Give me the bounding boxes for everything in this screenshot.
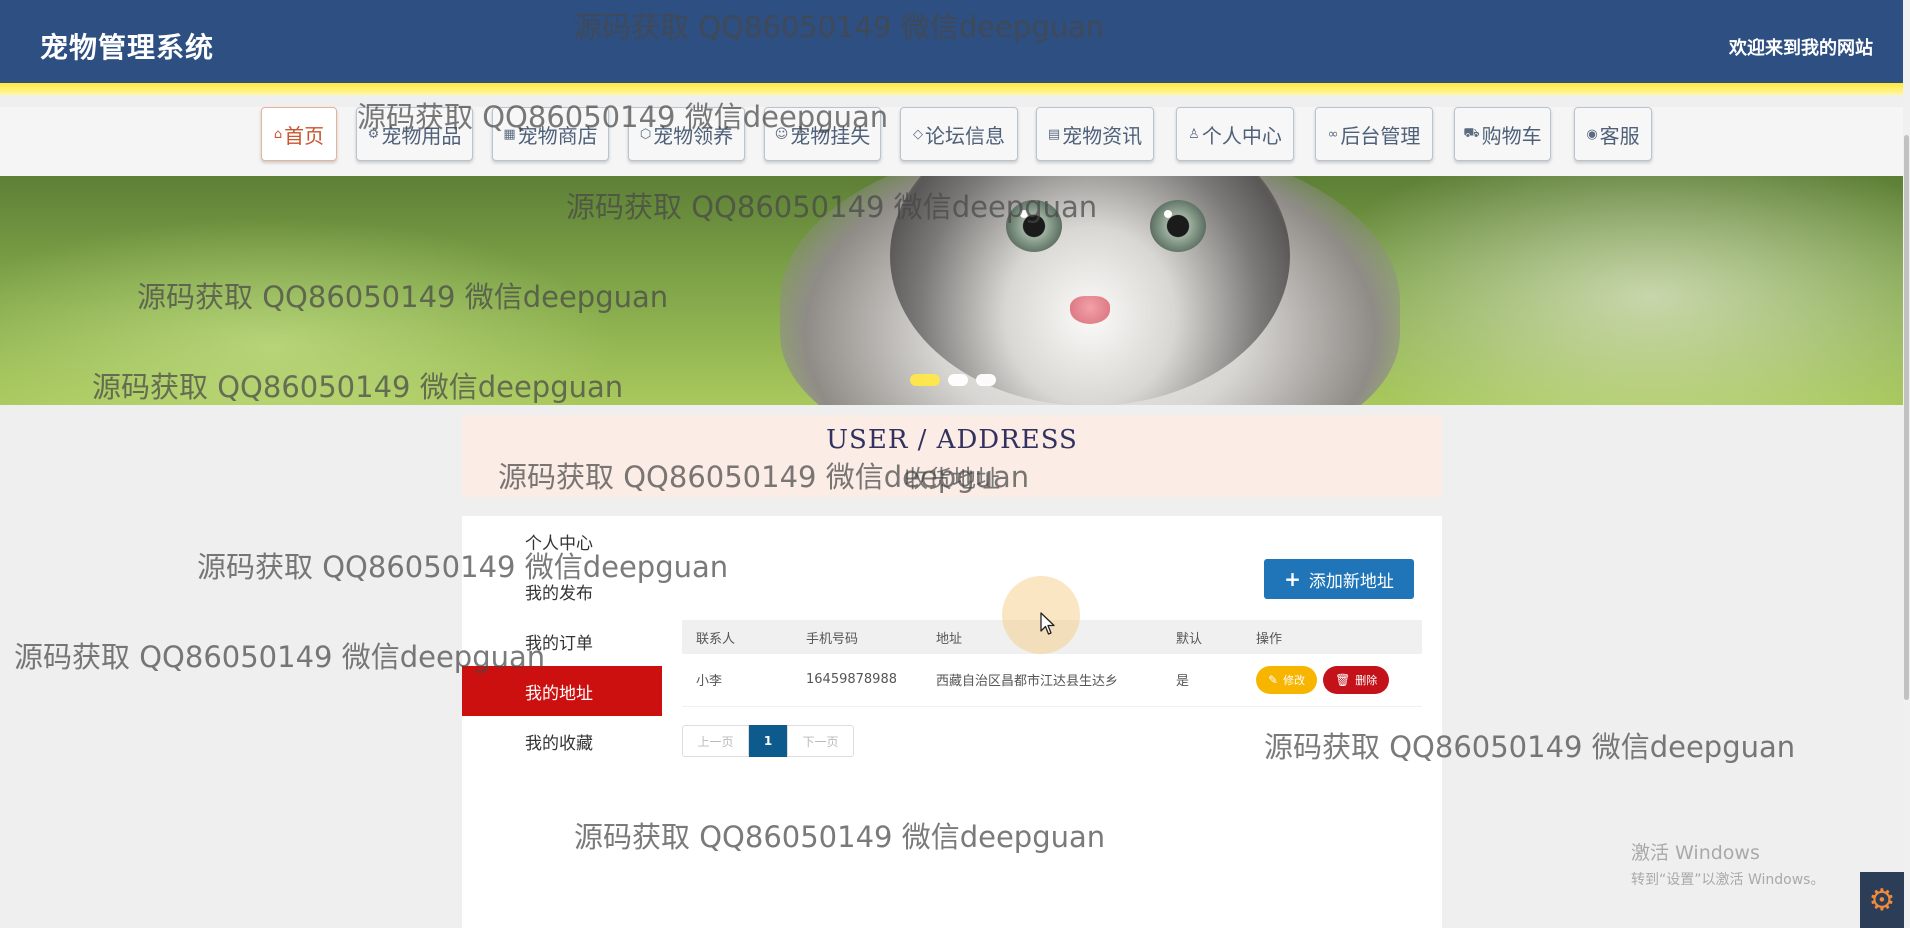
add-address-button[interactable]: + 添加新地址	[1264, 559, 1414, 599]
banner-light	[0, 216, 620, 405]
nav-item-personal-center[interactable]: ♙ 个人中心	[1176, 107, 1294, 161]
face-icon: ☺	[774, 126, 789, 142]
nav-item-pet-news[interactable]: ▤ 宠物资讯	[1036, 107, 1154, 161]
nav-label: 宠物挂失	[790, 123, 871, 148]
nav-item-pet-shop[interactable]: ▦ 宠物商店	[492, 107, 609, 161]
kitten-eye	[1150, 200, 1206, 252]
carousel-dot-2[interactable]	[948, 374, 968, 386]
header-accent-stripe	[0, 83, 1903, 95]
side-item-my-favorites[interactable]: 我的收藏	[462, 716, 662, 766]
prev-page-button[interactable]: 上一页	[682, 725, 749, 757]
table-row: 小李 16459878988 西藏自治区昌都市江达县生达乡 是 ✎ 修改 🗑 删除	[682, 654, 1422, 707]
activation-hint: 转到“设置”以激活 Windows。	[1631, 872, 1825, 888]
side-item-personal-center[interactable]: 个人中心	[462, 516, 662, 566]
site-brand[interactable]: 宠物管理系统	[40, 26, 214, 66]
nav-item-cart[interactable]: ⛟ 购物车	[1454, 107, 1551, 161]
home-icon: ⌂	[273, 126, 283, 142]
welcome-text: 欢迎来到我的网站	[1729, 38, 1873, 59]
calendar-icon: ▦	[503, 126, 516, 142]
nav-item-admin[interactable]: ∞ 后台管理	[1315, 107, 1433, 161]
main-nav: ⌂ 首页 ⚙ 宠物用品 ▦ 宠物商店 ⬡ 宠物领养 ☺ 宠物挂失 ◇ 论坛信息 ▤ 宠物资讯 …	[0, 107, 1903, 176]
default-flag: 是	[1162, 654, 1242, 707]
address-text: 西藏自治区昌都市江达县生达乡	[922, 654, 1162, 707]
nav-label: 个人中心	[1201, 123, 1282, 148]
carousel-indicators	[910, 374, 996, 386]
nav-item-home[interactable]: ⌂ 首页	[261, 107, 337, 161]
edit-button[interactable]: ✎ 修改	[1256, 665, 1318, 694]
address-card: 个人中心 我的发布 我的订单 我的地址 我的收藏 + 添加新地址 联系人 手机号…	[462, 516, 1442, 928]
delete-label: 删除	[1355, 673, 1378, 687]
page-scrollbar[interactable]	[1903, 0, 1910, 928]
activation-title: 激活 Windows	[1631, 842, 1760, 864]
cart-icon: ⛟	[1463, 125, 1480, 141]
scrollbar-thumb[interactable]	[1904, 135, 1909, 700]
column-header: 手机号码	[806, 631, 859, 647]
hero-banner	[0, 176, 1903, 405]
nav-item-pet-supplies[interactable]: ⚙ 宠物用品	[356, 107, 473, 161]
mouse-pointer-icon	[1040, 612, 1055, 635]
delete-button[interactable]: 🗑 删除	[1323, 665, 1390, 694]
nav-item-pet-lost[interactable]: ☺ 宠物挂失	[764, 107, 881, 161]
column-header: 联系人	[696, 631, 736, 647]
side-item-my-orders[interactable]: 我的订单	[462, 616, 662, 666]
nav-label: 论坛信息	[925, 123, 1005, 148]
box-icon: ⬡	[639, 126, 652, 142]
section-title-en: USER / ADDRESS	[826, 425, 1078, 455]
plus-icon: +	[1284, 567, 1301, 591]
edit-label: 修改	[1283, 673, 1306, 687]
add-address-label: 添加新地址	[1308, 571, 1394, 592]
nav-item-pet-adoption[interactable]: ⬡ 宠物领养	[628, 107, 745, 161]
top-header: 宠物管理系统 欢迎来到我的网站	[0, 0, 1903, 95]
nav-label: 后台管理	[1340, 123, 1421, 148]
link-icon: ∞	[1327, 126, 1339, 142]
pagination: 上一页 1 下一页	[682, 725, 854, 757]
side-item-my-posts[interactable]: 我的发布	[462, 566, 662, 616]
windows-activation-notice: 激活 Windows 转到“设置”以激活 Windows。	[1631, 838, 1824, 889]
gear-icon: ⚙	[1868, 882, 1896, 918]
carousel-dot-3[interactable]	[976, 374, 996, 386]
section-title-cn: 收货地址	[904, 465, 1000, 493]
nav-item-customer-service[interactable]: ◉ 客服	[1574, 107, 1652, 161]
column-header: 默认	[1176, 631, 1203, 647]
nav-item-forum[interactable]: ◇ 论坛信息	[900, 107, 1018, 161]
next-page-button[interactable]: 下一页	[787, 725, 854, 757]
nav-label: 宠物领养	[653, 123, 734, 148]
phone-number: 16459878988	[792, 654, 922, 707]
newspaper-icon: ▤	[1047, 126, 1061, 142]
column-header: 操作	[1256, 631, 1283, 647]
sliders-icon: ⚙	[367, 126, 380, 142]
kitten-eye	[1006, 200, 1062, 252]
current-page-button[interactable]: 1	[749, 725, 787, 757]
nav-label: 购物车	[1481, 123, 1542, 148]
row-actions: ✎ 修改 🗑 删除	[1242, 654, 1422, 707]
contact-name: 小李	[682, 654, 792, 707]
nav-label: 客服	[1599, 123, 1640, 148]
side-item-my-address[interactable]: 我的地址	[462, 666, 662, 716]
chat-icon: ◉	[1586, 126, 1598, 142]
pencil-icon: ✎	[1268, 672, 1279, 687]
nav-label: 宠物用品	[381, 123, 462, 148]
kitten-nose	[1070, 296, 1110, 324]
trash-icon: 🗑	[1335, 672, 1351, 687]
tag-icon: ◇	[913, 126, 923, 142]
carousel-dot-1[interactable]	[910, 374, 940, 386]
nav-label: 宠物商店	[517, 123, 598, 148]
user-icon: ♙	[1188, 126, 1200, 142]
floating-settings-widget[interactable]: ⚙	[1860, 872, 1904, 928]
section-heading: USER / ADDRESS 收货地址	[462, 415, 1442, 497]
nav-label: 宠物资讯	[1062, 123, 1143, 148]
nav-label: 首页	[284, 123, 325, 148]
